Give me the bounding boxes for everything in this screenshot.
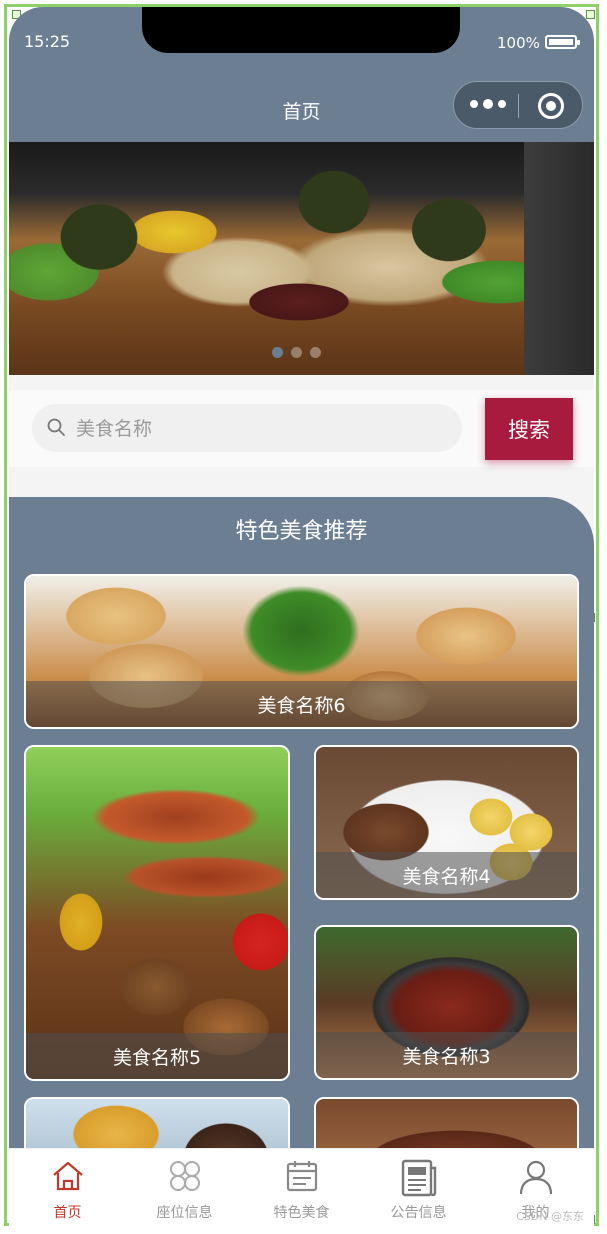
phone-screen: 15:25 100% 首页 搜索 特色美食推荐 xyxy=(9,7,594,1227)
search-box[interactable] xyxy=(32,404,462,454)
header: 15:25 100% 首页 xyxy=(9,7,594,142)
battery-icon xyxy=(545,35,580,49)
carousel-dot[interactable] xyxy=(291,347,302,358)
food-name: 美食名称5 xyxy=(26,1033,288,1079)
food-name: 美食名称3 xyxy=(316,1032,577,1078)
carousel-dots xyxy=(272,347,321,358)
banner-board xyxy=(524,142,594,375)
carousel-dot[interactable] xyxy=(272,347,283,358)
battery-percent: 100% xyxy=(497,34,540,52)
watermark: CSDN @东东 xyxy=(516,1210,584,1223)
food-name: 美食名称4 xyxy=(316,852,577,898)
capsule-divider xyxy=(518,94,519,118)
tab-announcements[interactable]: 公告信息 xyxy=(360,1149,477,1227)
food-image xyxy=(26,747,288,1079)
food-card[interactable]: 美食名称6 xyxy=(24,574,579,729)
tab-label: 座位信息 xyxy=(156,1205,213,1221)
search-bar: 搜索 xyxy=(9,390,594,467)
search-icon xyxy=(47,418,65,436)
search-input[interactable] xyxy=(74,404,448,454)
close-miniprogram-icon[interactable] xyxy=(538,93,564,119)
home-icon xyxy=(52,1161,83,1191)
tab-label: 特色美食 xyxy=(273,1205,330,1221)
miniprogram-capsule xyxy=(453,81,583,129)
more-icon[interactable] xyxy=(470,92,506,116)
newspaper-icon xyxy=(401,1159,436,1197)
status-time: 15:25 xyxy=(24,32,71,51)
tab-label: 公告信息 xyxy=(390,1205,447,1221)
food-name: 美食名称6 xyxy=(26,681,577,727)
calendar-icon xyxy=(286,1161,317,1192)
tab-home[interactable]: 首页 xyxy=(9,1149,126,1227)
tab-special-food[interactable]: 特色美食 xyxy=(243,1149,360,1227)
food-card[interactable]: 美食名称4 xyxy=(314,745,579,900)
notch xyxy=(142,7,460,53)
food-card[interactable]: 美食名称3 xyxy=(314,925,579,1080)
search-button[interactable]: 搜索 xyxy=(485,398,573,460)
user-icon xyxy=(519,1160,552,1195)
tab-label: 首页 xyxy=(53,1205,82,1221)
banner-carousel[interactable] xyxy=(9,142,594,375)
tab-seat-info[interactable]: 座位信息 xyxy=(126,1149,243,1227)
food-card[interactable]: 美食名称5 xyxy=(24,745,290,1081)
recommend-section: 特色美食推荐 美食名称6 美食名称5 美食名称4 美食名称3 xyxy=(9,497,594,1227)
grid-icon xyxy=(169,1161,200,1191)
carousel-dot[interactable] xyxy=(310,347,321,358)
tab-bar: 首页 座位信息 特色美食 公告信息 我的 CSDN @东东 xyxy=(9,1148,594,1227)
section-title: 特色美食推荐 xyxy=(235,519,368,544)
